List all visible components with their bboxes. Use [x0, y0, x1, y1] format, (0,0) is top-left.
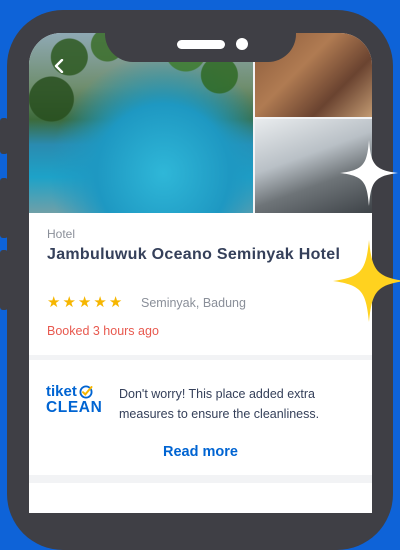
- logo-text-tiket: tiket: [46, 383, 77, 400]
- hotel-info-card: Hotel Jambuluwuk Oceano Seminyak Hotel ★…: [29, 213, 372, 355]
- phone-screen: Hotel Jambuluwuk Oceano Seminyak Hotel ★…: [29, 33, 372, 513]
- front-camera: [236, 38, 248, 50]
- back-chevron-icon[interactable]: [49, 55, 71, 77]
- hotel-location: Seminyak, Badung: [141, 296, 246, 310]
- read-more-link[interactable]: Read more: [29, 444, 372, 460]
- phone-side-button: [0, 250, 8, 310]
- booked-status: Booked 3 hours ago: [47, 324, 159, 338]
- logo-text-clean: CLEAN: [46, 399, 103, 416]
- star-icon: ★: [77, 294, 92, 311]
- next-section-card: [29, 483, 372, 513]
- clean-description: Don't worry! This place added extra meas…: [119, 387, 320, 421]
- phone-side-button: [0, 118, 8, 154]
- white-sparkle-icon: [340, 140, 398, 206]
- check-circle-icon: [79, 385, 93, 399]
- hotel-type-label: Hotel: [47, 227, 76, 241]
- hotel-name: Jambuluwuk Oceano Seminyak Hotel: [47, 246, 341, 263]
- phone-notch: [105, 10, 296, 62]
- phone-side-button: [0, 178, 8, 238]
- star-icon: ★: [108, 294, 123, 311]
- star-icon: ★: [93, 294, 107, 311]
- speaker-grille: [177, 40, 225, 49]
- star-rating: ★ ★ ★ ★ ★: [47, 295, 122, 310]
- tiket-clean-logo: tiket CLEAN: [46, 384, 110, 416]
- star-icon: ★: [47, 294, 61, 311]
- yellow-sparkle-icon: [333, 240, 400, 322]
- star-icon: ★: [62, 294, 76, 311]
- chevron-left-icon: [54, 59, 64, 73]
- tiket-clean-card: tiket CLEAN Don't worry! This place adde…: [29, 360, 372, 475]
